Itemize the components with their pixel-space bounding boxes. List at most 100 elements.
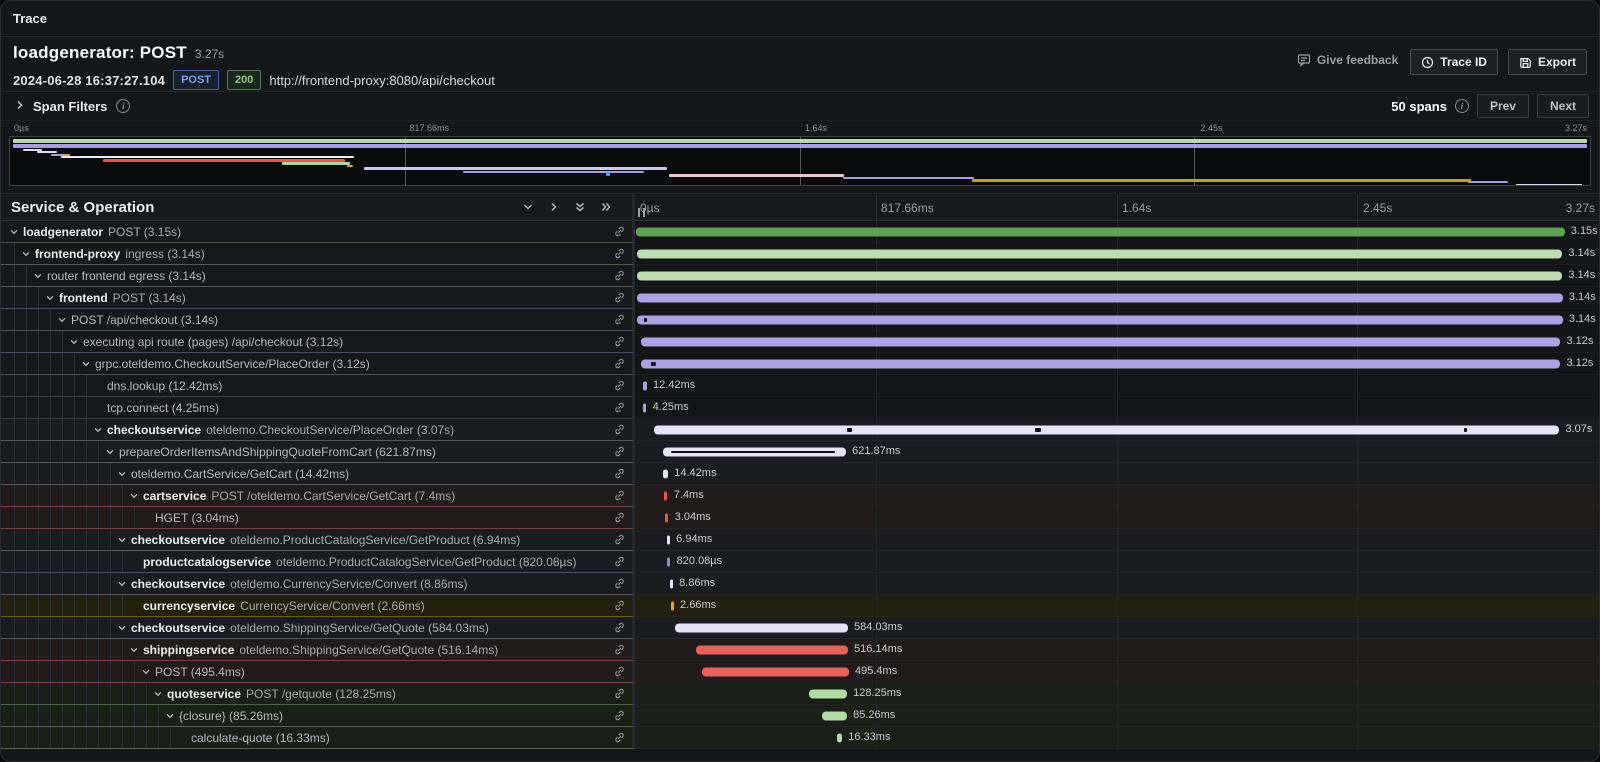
trace-id-button[interactable]: Trace ID (1410, 49, 1498, 75)
span-row[interactable]: oteldemo.CartService/GetCart (14.42ms) 1… (1, 463, 1599, 485)
span-row-label-cell[interactable]: cartservice POST /oteldemo.CartService/G… (1, 485, 635, 507)
span-link-icon[interactable] (606, 709, 632, 722)
span-row[interactable]: POST (495.4ms) 495.4ms (1, 661, 1599, 683)
span-link-icon[interactable] (606, 313, 632, 326)
span-row-label-cell[interactable]: HGET (3.04ms) (1, 507, 635, 529)
row-expander-icon[interactable] (129, 645, 143, 655)
collapse-one-icon[interactable] (522, 201, 534, 213)
row-expander-icon[interactable] (105, 447, 119, 457)
span-bar[interactable] (641, 337, 1561, 346)
span-link-icon[interactable] (606, 401, 632, 414)
row-expander-icon[interactable] (93, 425, 107, 435)
span-link-icon[interactable] (606, 599, 632, 612)
span-timeline-cell[interactable]: 2.66ms (635, 595, 1599, 617)
span-row[interactable]: shippingservice oteldemo.ShippingService… (1, 639, 1599, 661)
span-link-icon[interactable] (606, 577, 632, 590)
span-link-icon[interactable] (606, 643, 632, 656)
span-link-icon[interactable] (606, 225, 632, 238)
span-link-icon[interactable] (606, 555, 632, 568)
span-bar[interactable] (663, 469, 668, 478)
span-filters-toggle[interactable]: Span Filters i (15, 99, 130, 114)
span-link-icon[interactable] (606, 489, 632, 502)
span-link-icon[interactable] (606, 533, 632, 546)
span-row-label-cell[interactable]: checkoutservice oteldemo.CurrencyService… (1, 573, 635, 595)
span-link-icon[interactable] (606, 357, 632, 370)
span-row[interactable]: calculate-quote (16.33ms) 16.33ms (1, 727, 1599, 749)
span-timeline-cell[interactable]: 14.42ms (635, 463, 1599, 485)
row-expander-icon[interactable] (57, 315, 71, 325)
span-bar[interactable] (637, 293, 1562, 302)
span-row-label-cell[interactable]: checkoutservice oteldemo.CheckoutService… (1, 419, 635, 441)
span-row-label-cell[interactable]: frontend POST (3.14s) (1, 287, 635, 309)
span-link-icon[interactable] (606, 247, 632, 260)
span-row[interactable]: router frontend egress (3.14s) 3.14s (1, 265, 1599, 287)
span-timeline-cell[interactable]: 3.15s (635, 221, 1599, 243)
info-icon[interactable]: i (116, 99, 130, 113)
span-row-label-cell[interactable]: loadgenerator POST (3.15s) (1, 221, 635, 243)
span-row-label-cell[interactable]: productcatalogservice oteldemo.ProductCa… (1, 551, 635, 573)
span-row-label-cell[interactable]: {closure} (85.26ms) (1, 705, 635, 727)
span-row[interactable]: dns.lookup (12.42ms) 12.42ms (1, 375, 1599, 397)
span-link-icon[interactable] (606, 621, 632, 634)
span-bar[interactable] (654, 425, 1559, 434)
span-link-icon[interactable] (606, 731, 632, 744)
span-row-label-cell[interactable]: frontend-proxy ingress (3.14s) (1, 243, 635, 265)
row-expander-icon[interactable] (69, 337, 83, 347)
span-bar[interactable] (665, 513, 668, 522)
span-row-label-cell[interactable]: prepareOrderItemsAndShippingQuoteFromCar… (1, 441, 635, 463)
span-row[interactable]: HGET (3.04ms) 3.04ms (1, 507, 1599, 529)
span-bar[interactable] (702, 667, 849, 676)
row-expander-icon[interactable] (9, 227, 23, 237)
span-link-icon[interactable] (606, 379, 632, 392)
expand-one-icon[interactable] (548, 201, 560, 213)
span-row[interactable]: POST /api/checkout (3.14s) 3.14s (1, 309, 1599, 331)
span-row[interactable]: loadgenerator POST (3.15s) 3.15s (1, 221, 1599, 243)
span-link-icon[interactable] (606, 687, 632, 700)
span-bar[interactable] (671, 601, 674, 610)
span-row[interactable]: checkoutservice oteldemo.ProductCatalogS… (1, 529, 1599, 551)
row-expander-icon[interactable] (117, 535, 131, 545)
span-link-icon[interactable] (606, 445, 632, 458)
span-row-label-cell[interactable]: calculate-quote (16.33ms) (1, 727, 635, 749)
row-expander-icon[interactable] (81, 359, 95, 369)
span-timeline-cell[interactable]: 3.07s (635, 419, 1599, 441)
span-row[interactable]: checkoutservice oteldemo.CurrencyService… (1, 573, 1599, 595)
span-row[interactable]: quoteservice POST /getquote (128.25ms) 1… (1, 683, 1599, 705)
span-timeline-cell[interactable]: 3.14s (635, 265, 1599, 287)
row-expander-icon[interactable] (153, 689, 167, 699)
span-bar[interactable] (809, 689, 847, 698)
span-row-label-cell[interactable]: checkoutservice oteldemo.ProductCatalogS… (1, 529, 635, 551)
span-link-icon[interactable] (606, 511, 632, 524)
span-row[interactable]: prepareOrderItemsAndShippingQuoteFromCar… (1, 441, 1599, 463)
span-link-icon[interactable] (606, 423, 632, 436)
row-expander-icon[interactable] (165, 711, 179, 721)
minimap-canvas[interactable] (9, 136, 1591, 186)
row-expander-icon[interactable] (45, 293, 59, 303)
span-timeline-cell[interactable]: 584.03ms (635, 617, 1599, 639)
span-row[interactable]: checkoutservice oteldemo.CheckoutService… (1, 419, 1599, 441)
span-row[interactable]: {closure} (85.26ms) 85.26ms (1, 705, 1599, 727)
row-expander-icon[interactable] (141, 667, 155, 677)
span-timeline-cell[interactable]: 3.14s (635, 309, 1599, 331)
row-expander-icon[interactable] (117, 579, 131, 589)
span-row-label-cell[interactable]: executing api route (pages) /api/checkou… (1, 331, 635, 353)
span-timeline-cell[interactable]: 516.14ms (635, 639, 1599, 661)
span-timeline-cell[interactable]: 12.42ms (635, 375, 1599, 397)
span-timeline-cell[interactable]: 128.25ms (635, 683, 1599, 705)
span-bar[interactable] (643, 381, 647, 390)
span-timeline-cell[interactable]: 85.26ms (635, 705, 1599, 727)
expand-all-icon[interactable] (600, 201, 612, 213)
span-bar[interactable] (670, 579, 673, 588)
span-timeline-cell[interactable]: 16.33ms (635, 727, 1599, 749)
span-row[interactable]: frontend POST (3.14s) 3.14s (1, 287, 1599, 309)
span-bar[interactable] (696, 645, 848, 654)
span-row[interactable]: executing api route (pages) /api/checkou… (1, 331, 1599, 353)
span-bar[interactable] (664, 491, 667, 500)
info-icon[interactable]: i (1455, 99, 1469, 113)
span-row-label-cell[interactable]: shippingservice oteldemo.ShippingService… (1, 639, 635, 661)
span-bar[interactable] (636, 227, 1564, 236)
span-row[interactable]: currencyservice CurrencyService/Convert … (1, 595, 1599, 617)
span-timeline-cell[interactable]: 8.86ms (635, 573, 1599, 595)
span-row[interactable]: grpc.oteldemo.CheckoutService/PlaceOrder… (1, 353, 1599, 375)
span-bar[interactable] (643, 403, 646, 412)
